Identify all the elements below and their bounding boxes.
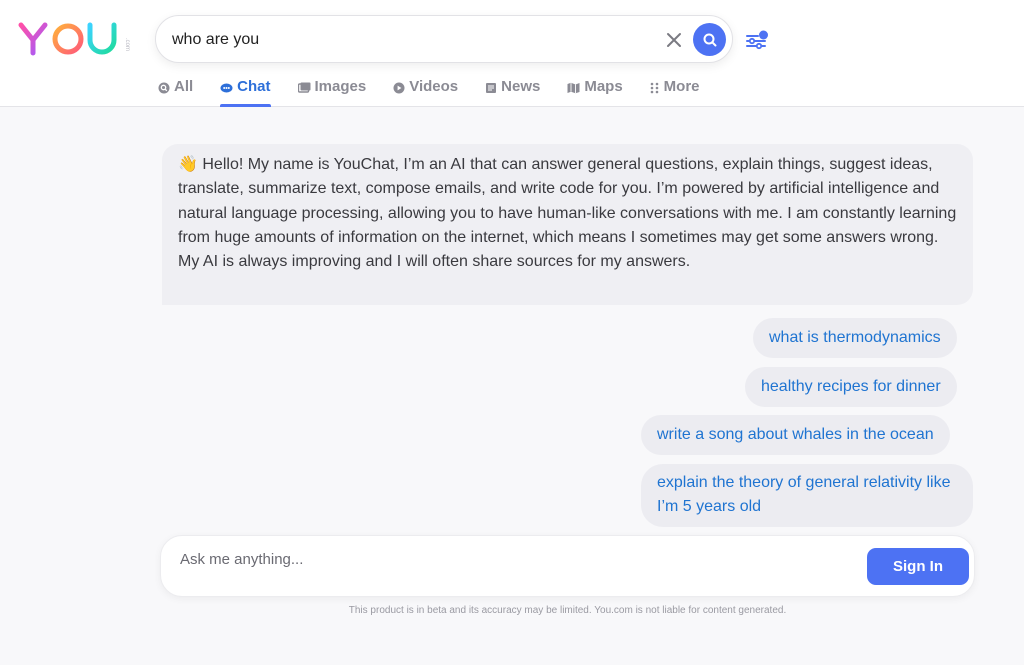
sign-in-button[interactable]: Sign In xyxy=(867,548,969,585)
tab-label: Videos xyxy=(409,78,459,95)
search-settings-button[interactable] xyxy=(744,27,772,53)
play-circle-icon xyxy=(393,82,405,94)
beta-disclaimer: This product is in beta and its accuracy… xyxy=(348,605,787,616)
clear-search-button[interactable] xyxy=(662,28,686,52)
chat-input-box: Sign In xyxy=(160,535,975,597)
tab-label: All xyxy=(174,78,194,95)
images-icon xyxy=(297,82,311,93)
suggestion-chip[interactable]: explain the theory of general relativity… xyxy=(641,464,973,527)
chat-input[interactable] xyxy=(180,548,840,570)
youchat-message-text: Hello! My name is YouChat, I’m an AI tha… xyxy=(178,156,957,271)
logo-superscript: .com xyxy=(124,38,130,51)
tab-videos[interactable]: Videos xyxy=(393,78,458,107)
tab-label: More xyxy=(663,78,700,95)
chat-bubble-icon xyxy=(220,83,233,93)
tab-more[interactable]: More xyxy=(650,78,700,107)
tab-chat[interactable]: Chat xyxy=(220,78,271,107)
tab-maps[interactable]: Maps xyxy=(567,78,623,107)
suggestion-chip[interactable]: write a song about whales in the ocean xyxy=(641,415,950,455)
tab-all[interactable]: All xyxy=(158,78,193,107)
top-header: .com who are you All Chat Images Videos … xyxy=(0,0,1024,107)
search-icon xyxy=(703,33,716,46)
suggestion-chip[interactable]: what is thermodynamics xyxy=(753,318,957,358)
close-icon xyxy=(667,33,681,47)
tab-images[interactable]: Images xyxy=(297,78,367,107)
suggestion-text: write a song about whales in the ocean xyxy=(657,426,934,443)
tab-label: Maps xyxy=(584,78,623,95)
youchat-message: 👋 Hello! My name is YouChat, I’m an AI t… xyxy=(162,144,973,305)
search-input[interactable] xyxy=(172,27,642,53)
search-circle-icon xyxy=(158,82,170,94)
newspaper-icon xyxy=(486,83,497,93)
dots-grid-icon xyxy=(650,82,658,94)
you-logo[interactable]: .com xyxy=(18,18,130,60)
search-box xyxy=(155,15,733,63)
wave-emoji-icon: 👋 xyxy=(178,156,198,173)
tab-label: News xyxy=(501,78,541,95)
tab-news[interactable]: News xyxy=(485,78,540,107)
sliders-icon xyxy=(746,30,768,50)
tab-label: Images xyxy=(314,78,367,95)
suggestion-chip[interactable]: healthy recipes for dinner xyxy=(745,367,957,407)
map-icon xyxy=(567,82,580,94)
tab-label: Chat xyxy=(237,78,271,95)
search-button[interactable] xyxy=(693,23,726,56)
suggestion-text: healthy recipes for dinner xyxy=(761,378,941,395)
search-tabs: All Chat Images Videos News Maps More xyxy=(158,78,727,107)
sign-in-label: Sign In xyxy=(893,558,943,575)
suggestion-text: explain the theory of general relativity… xyxy=(657,474,951,515)
suggestion-text: what is thermodynamics xyxy=(769,329,941,346)
